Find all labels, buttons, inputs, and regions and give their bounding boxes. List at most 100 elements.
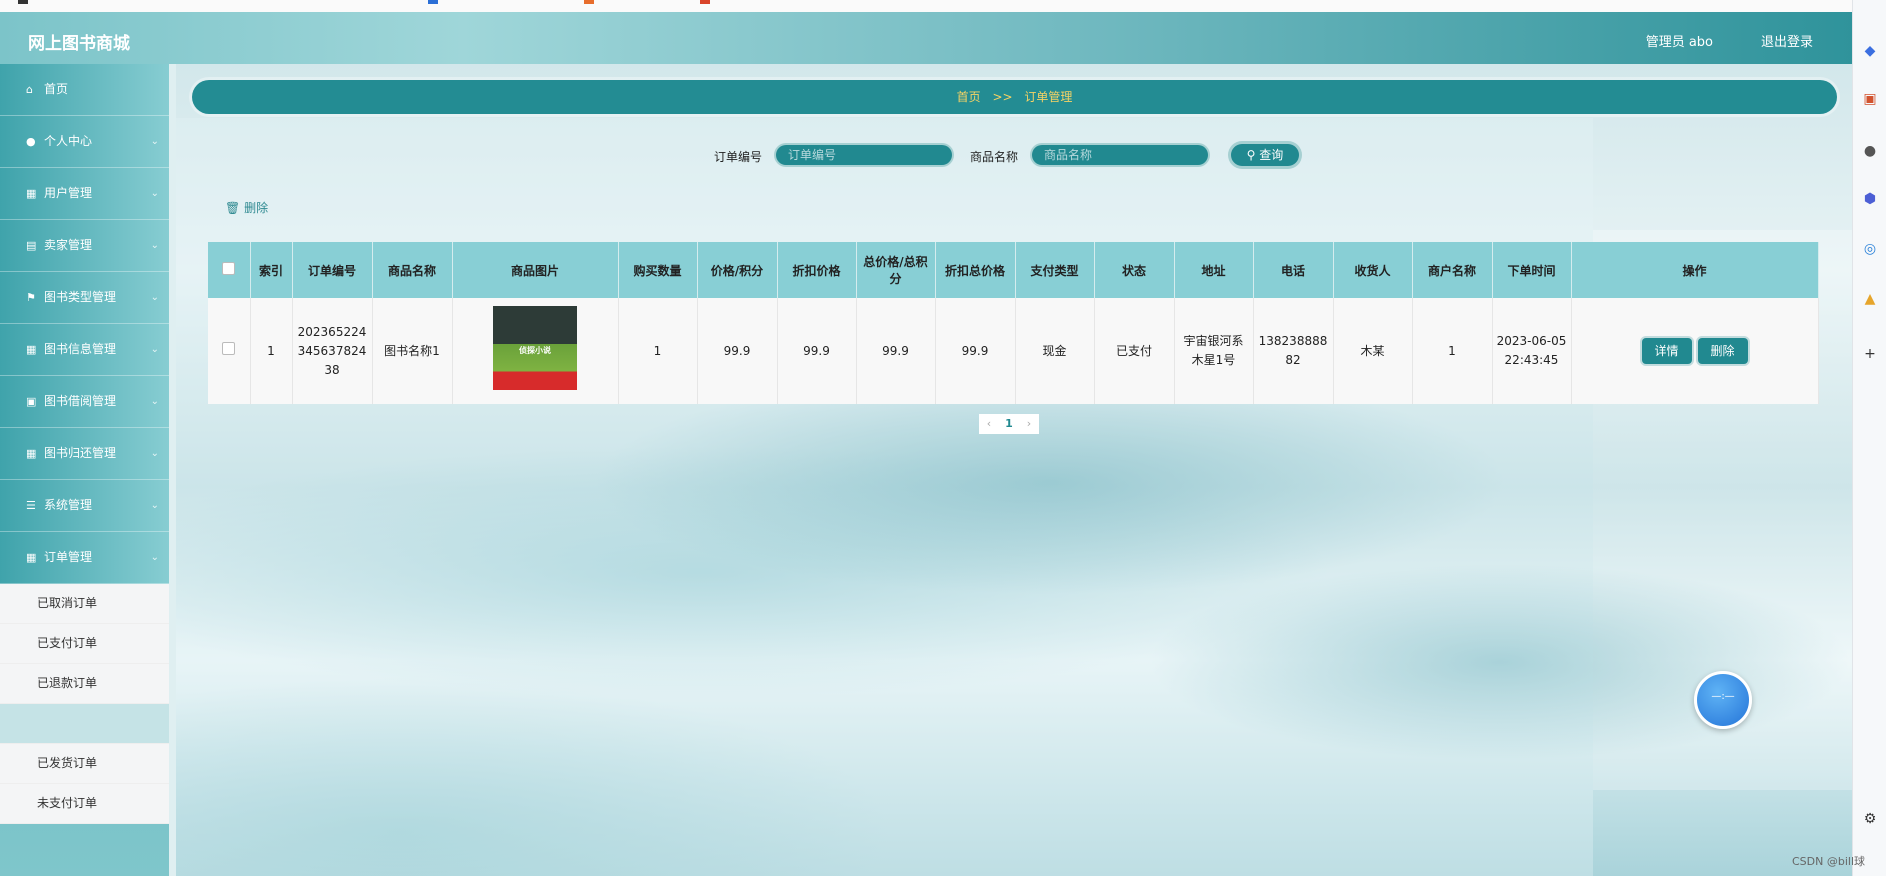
column-header: 下单时间 [1492,242,1572,298]
submenu-item[interactable]: 未支付订单 [0,784,169,824]
settings-icon[interactable]: ⚙ [1861,810,1879,828]
extension-icon[interactable]: ⬢ [1861,190,1879,208]
cell-index: 1 [250,298,293,404]
select-all-checkbox[interactable] [222,262,236,275]
row-checkbox[interactable] [222,341,236,355]
search-button[interactable]: ⚲ 查询 [1228,141,1302,169]
product-image-cell: 侦探小说 [452,298,619,404]
flag-icon: ⚑ [26,291,36,304]
archive-icon: ▣ [26,395,37,408]
content-panel [175,118,1593,876]
cell-product: 图书名称1 [372,298,453,404]
submenu-item[interactable]: 已退款订单 [0,664,169,704]
table-row: 1 20236522434563782438 图书名称1 侦探小说 1 99.9 99.9 9… [208,298,1819,404]
sidebar-item[interactable]: ⚑ 图书类型管理 ⌄ [0,272,169,324]
submenu-item[interactable]: 已取消订单 [0,584,169,624]
page-number[interactable]: 1 [999,414,1019,434]
sidebar-item[interactable]: ▣ 图书借阅管理 ⌄ [0,376,169,428]
book-cover-image: 侦探小说 [493,306,577,390]
extension-icon[interactable]: ◎ [1861,240,1879,258]
logout-link[interactable]: 退出登录 [1761,31,1813,50]
product-name-label: 商品名称 [970,150,1019,164]
breadcrumb-separator: >> [992,90,1013,104]
grid-icon: ▦ [26,187,37,200]
home-icon: ⌂ [26,83,33,96]
cell-quantity: 1 [618,298,698,404]
cell-status: 已支付 [1094,298,1175,404]
submenu-item[interactable]: 已发货订单 [0,744,169,784]
chevron-down-icon: ⌄ [150,344,159,355]
sliders-icon: ☰ [26,499,36,512]
watermark: CSDN @bill球 [1792,855,1866,868]
sidebar-item-label: 图书信息管理 [44,342,117,356]
column-header: 索引 [250,242,293,298]
breadcrumb-current: 订单管理 [1024,90,1073,104]
cell-price: 99.9 [697,298,778,404]
extension-icon[interactable]: ● [1861,142,1879,160]
column-header: 地址 [1174,242,1254,298]
sidebar-item-label: 个人中心 [44,134,93,148]
chevron-down-icon: ⌄ [150,188,159,199]
top-header: 网上图书商城 管理员 abo 退出登录 [0,12,1853,64]
browser-icon [700,0,710,4]
breadcrumb: 首页 >> 订单管理 [192,80,1837,114]
row-select-cell[interactable] [208,298,251,404]
sidebar-item[interactable]: ▦ 图书信息管理 ⌄ [0,324,169,376]
column-header: 电话 [1253,242,1334,298]
column-header: 折扣价格 [777,242,857,298]
column-header: 商品名称 [372,242,453,298]
sidebar-item[interactable]: ● 个人中心 ⌄ [0,116,169,168]
column-header: 价格/积分 [697,242,778,298]
prev-page-button[interactable]: ‹ [979,414,999,434]
grid-icon: ▦ [26,343,37,356]
sidebar-item[interactable]: ▦ 订单管理 ⌄ [0,532,169,584]
sidebar-edge [169,64,176,876]
cell-discount-price: 99.9 [777,298,857,404]
sidebar-item[interactable]: ⌂ 首页 [0,64,169,116]
product-name-input[interactable] [1030,143,1210,167]
sidebar-item[interactable]: ☰ 系统管理 ⌄ [0,480,169,532]
select-all-cell[interactable] [208,242,251,298]
sidebar-item-label: 卖家管理 [44,238,93,252]
breadcrumb-home[interactable]: 首页 [957,90,981,104]
search-icon: ⚲ [1246,148,1256,162]
chevron-down-icon: ⌄ [150,292,159,303]
submenu-item[interactable] [0,704,169,744]
user-icon: ● [26,135,36,148]
sidebar-item[interactable]: ▤ 卖家管理 ⌄ [0,220,169,272]
grid-icon: ▦ [26,447,37,460]
floating-assistant-button[interactable]: —:— [1694,671,1752,729]
sidebar-item[interactable]: ▦ 图书归还管理 ⌄ [0,428,169,480]
cell-address: 宇宙银河系木星1号 [1174,298,1254,404]
cell-phone: 13823888882 [1253,298,1334,404]
extension-icon[interactable]: ▣ [1861,90,1879,108]
search-button-label: 查询 [1259,148,1284,162]
extension-icon[interactable]: ◆ [1861,42,1879,60]
detail-button[interactable]: 详情 [1641,338,1692,364]
column-header: 购买数量 [618,242,698,298]
sidebar-item-label: 图书类型管理 [44,290,117,304]
add-extension-icon[interactable]: + [1861,345,1879,363]
orders-table: 索引 订单编号 商品名称 商品图片 购买数量 价格/积分 折扣价格 总价格/总积分 折扣总价格支… [208,242,1819,404]
brand-title: 网上图书商城 [28,34,130,54]
cell-order-no: 20236522434563782438 [292,298,373,404]
next-page-button[interactable]: › [1019,414,1039,434]
extension-icon[interactable]: ▲ [1861,290,1879,308]
browser-icon [584,0,594,4]
order-no-label: 订单编号 [714,150,763,164]
row-delete-button[interactable]: 删除 [1697,338,1748,364]
sidebar-item-label: 图书归还管理 [44,446,117,460]
book-cover-title: 侦探小说 [519,346,551,355]
sidebar-item[interactable]: ▦ 用户管理 ⌄ [0,168,169,220]
order-no-input[interactable] [774,143,954,167]
batch-delete-button[interactable]: 🗑 删除 [225,199,268,216]
cell-discount-total: 99.9 [935,298,1016,404]
column-header: 总价格/总积分 [856,242,936,298]
sidebar-menu: ⌂ 首页 ● 个人中心 ⌄ ▦ 用户管理 ⌄ ▤ 卖家管理 ⌄ ⚑ 图书类型管理 ⌄ ▦ 图书信息管理 ⌄ ▣ 图书… [0,64,169,584]
submenu-item[interactable]: 已支付订单 [0,624,169,664]
sidebar: ⌂ 首页 ● 个人中心 ⌄ ▦ 用户管理 ⌄ ▤ 卖家管理 ⌄ ⚑ 图书类型管理 ⌄ ▦ 图书信息管理 ⌄ ▣ 图书… [0,64,169,876]
order-submenu: 已取消订单 已支付订单 已退款订单已发货订单 未支付订单 [0,584,169,824]
browser-icon [428,0,438,4]
cell-merchant: 1 [1412,298,1493,404]
chevron-down-icon: ⌄ [150,396,159,407]
